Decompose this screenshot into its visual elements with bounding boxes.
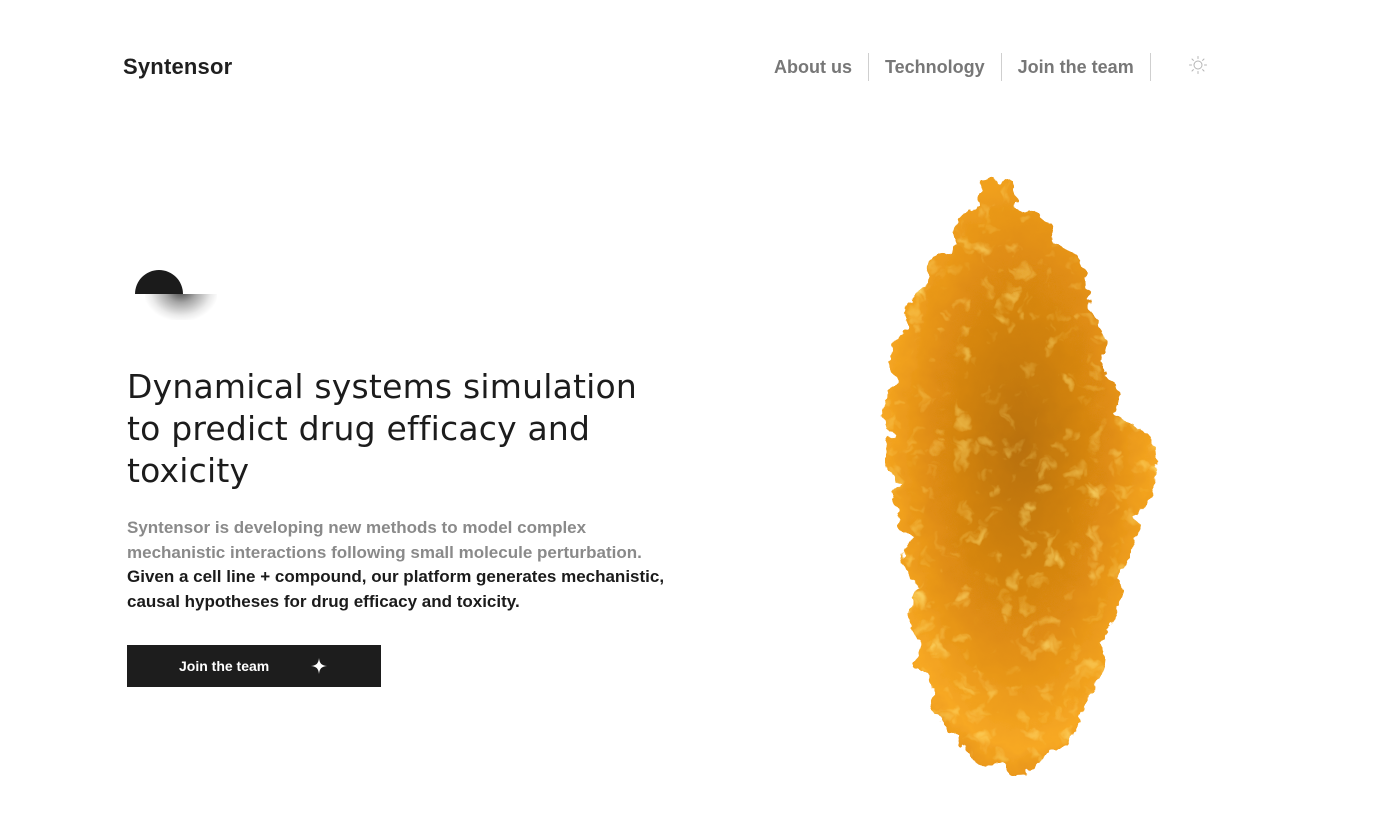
- protein-structure-illustration: [882, 180, 1157, 773]
- nav-join-the-team[interactable]: Join the team: [1002, 53, 1151, 81]
- join-the-team-button[interactable]: Join the team: [127, 645, 381, 687]
- hero-brand-mark: [135, 270, 225, 340]
- main-nav: About us Technology Join the team: [758, 53, 1151, 81]
- logo[interactable]: Syntensor: [123, 54, 232, 80]
- nav-about-us[interactable]: About us: [758, 53, 869, 81]
- hero-description-muted: Syntensor is developing new methods to m…: [127, 518, 642, 562]
- theme-toggle-button[interactable]: [1187, 54, 1209, 76]
- plus-icon: [311, 658, 327, 674]
- cta-label: Join the team: [179, 658, 270, 674]
- hero-headline: Dynamical systems simulation to predict …: [127, 367, 638, 490]
- hero-description-strong: Given a cell line + compound, our platfo…: [127, 567, 665, 611]
- page: Syntensor About us Technology Join the t…: [0, 0, 1383, 835]
- nav-technology[interactable]: Technology: [869, 53, 1002, 81]
- sun-icon: [1189, 56, 1207, 74]
- hero-description: Syntensor is developing new methods to m…: [127, 516, 687, 614]
- brand-mark-half-disc: [135, 270, 183, 294]
